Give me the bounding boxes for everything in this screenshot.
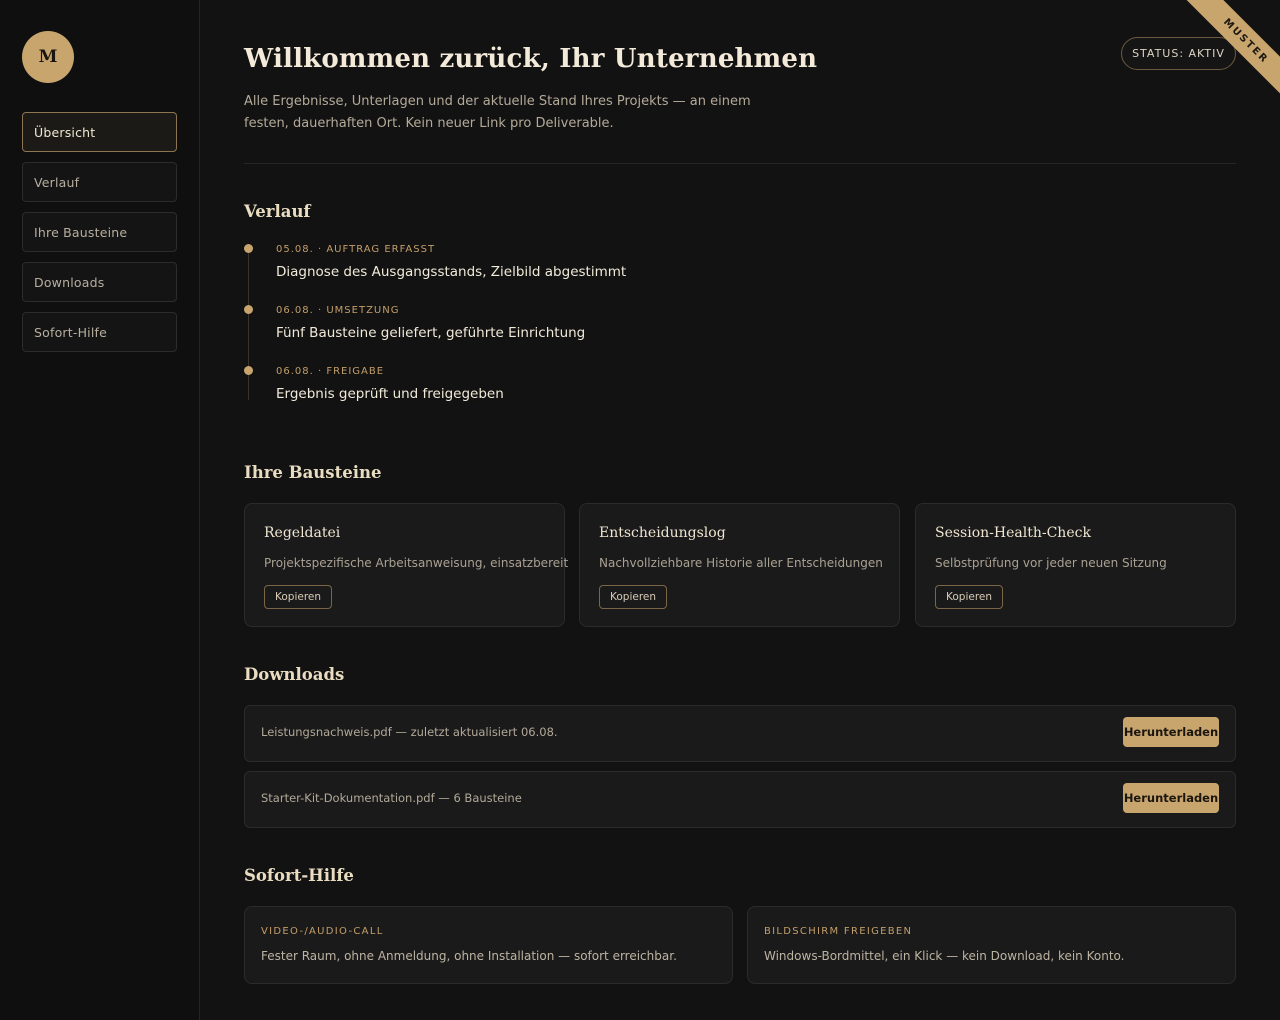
copy-button[interactable]: Kopieren <box>264 585 333 609</box>
download-button[interactable]: Herunterladen <box>1123 717 1219 747</box>
help-text: Windows-Bordmittel, ein Klick — kein Dow… <box>764 949 1125 963</box>
timeline-dot <box>244 305 253 314</box>
timeline-text: Diagnose des Ausgangsstands, Zielbild ab… <box>276 264 627 280</box>
sidebar-item-downloads[interactable]: Downloads <box>22 262 177 302</box>
ribbon-label: MUSTER <box>1176 0 1280 111</box>
divider <box>244 163 1236 164</box>
timeline-meta: 05.08. · AUFTRAG ERFASST <box>276 244 436 255</box>
bausteine-cards: Regeldatei Projektspezifische Arbeitsanw… <box>244 503 1236 627</box>
baustein-card: Entscheidungslog Nachvollziehbare Histor… <box>579 503 900 627</box>
timeline-text: Ergebnis geprüft und freigegeben <box>276 386 504 402</box>
card-title: Entscheidungslog <box>599 525 726 541</box>
download-file-label: Starter-Kit-Dokumentation.pdf — 6 Bauste… <box>261 791 522 805</box>
section-title-bausteine: Ihre Bausteine <box>244 463 382 482</box>
download-row: Leistungsnachweis.pdf — zuletzt aktualis… <box>244 705 1236 762</box>
timeline-dot <box>244 244 253 253</box>
timeline-meta: 06.08. · UMSETZUNG <box>276 305 400 316</box>
section-title-sofort-hilfe: Sofort-Hilfe <box>244 866 354 885</box>
help-label: BILDSCHIRM FREIGEBEN <box>764 926 913 937</box>
baustein-card: Regeldatei Projektspezifische Arbeitsanw… <box>244 503 569 627</box>
help-text: Fester Raum, ohne Anmeldung, ohne Instal… <box>261 949 677 963</box>
page-title: Willkommen zurück, Ihr Unternehmen <box>244 44 818 74</box>
baustein-card: Session-Health-Check Selbstprüfung vor j… <box>915 503 1236 627</box>
card-description: Selbstprüfung vor jeder neuen Sitzung <box>935 556 1167 570</box>
card-description: Nachvollziehbare Historie aller Entschei… <box>599 556 883 570</box>
intro-text: Alle Ergebnisse, Unterlagen und der aktu… <box>244 94 751 131</box>
help-label: VIDEO-/AUDIO-CALL <box>261 926 384 937</box>
section-title-verlauf: Verlauf <box>244 202 311 221</box>
copy-button[interactable]: Kopieren <box>599 585 668 609</box>
sidebar: M Übersicht Verlauf Ihre Bausteine Downl… <box>0 0 200 1020</box>
sidebar-item-verlauf[interactable]: Verlauf <box>22 162 177 202</box>
timeline-text: Fünf Bausteine geliefert, geführte Einri… <box>276 325 586 341</box>
help-card-call[interactable]: VIDEO-/AUDIO-CALL Fester Raum, ohne Anme… <box>244 906 733 984</box>
timeline-line <box>248 248 249 400</box>
download-button[interactable]: Herunterladen <box>1123 783 1219 813</box>
copy-button[interactable]: Kopieren <box>935 585 1004 609</box>
sidebar-item-sofort-hilfe[interactable]: Sofort-Hilfe <box>22 312 177 352</box>
card-title: Session-Health-Check <box>935 525 1091 541</box>
sample-ribbon: MUSTER <box>1150 0 1280 130</box>
download-file-label: Leistungsnachweis.pdf — zuletzt aktualis… <box>261 725 558 739</box>
help-card-screen-share[interactable]: BILDSCHIRM FREIGEBEN Windows-Bordmittel,… <box>747 906 1236 984</box>
section-title-downloads: Downloads <box>244 665 345 684</box>
sidebar-item-bausteine[interactable]: Ihre Bausteine <box>22 212 177 252</box>
sidebar-item-uebersicht[interactable]: Übersicht <box>22 112 177 152</box>
logo[interactable]: M <box>22 31 74 83</box>
card-title: Regeldatei <box>264 525 341 541</box>
card-description: Projektspezifische Arbeitsanweisung, ein… <box>264 556 569 570</box>
download-row: Starter-Kit-Dokumentation.pdf — 6 Bauste… <box>244 771 1236 828</box>
timeline-dot <box>244 366 253 375</box>
sidebar-nav: Übersicht Verlauf Ihre Bausteine Downloa… <box>22 112 177 362</box>
timeline-meta: 06.08. · FREIGABE <box>276 366 385 377</box>
